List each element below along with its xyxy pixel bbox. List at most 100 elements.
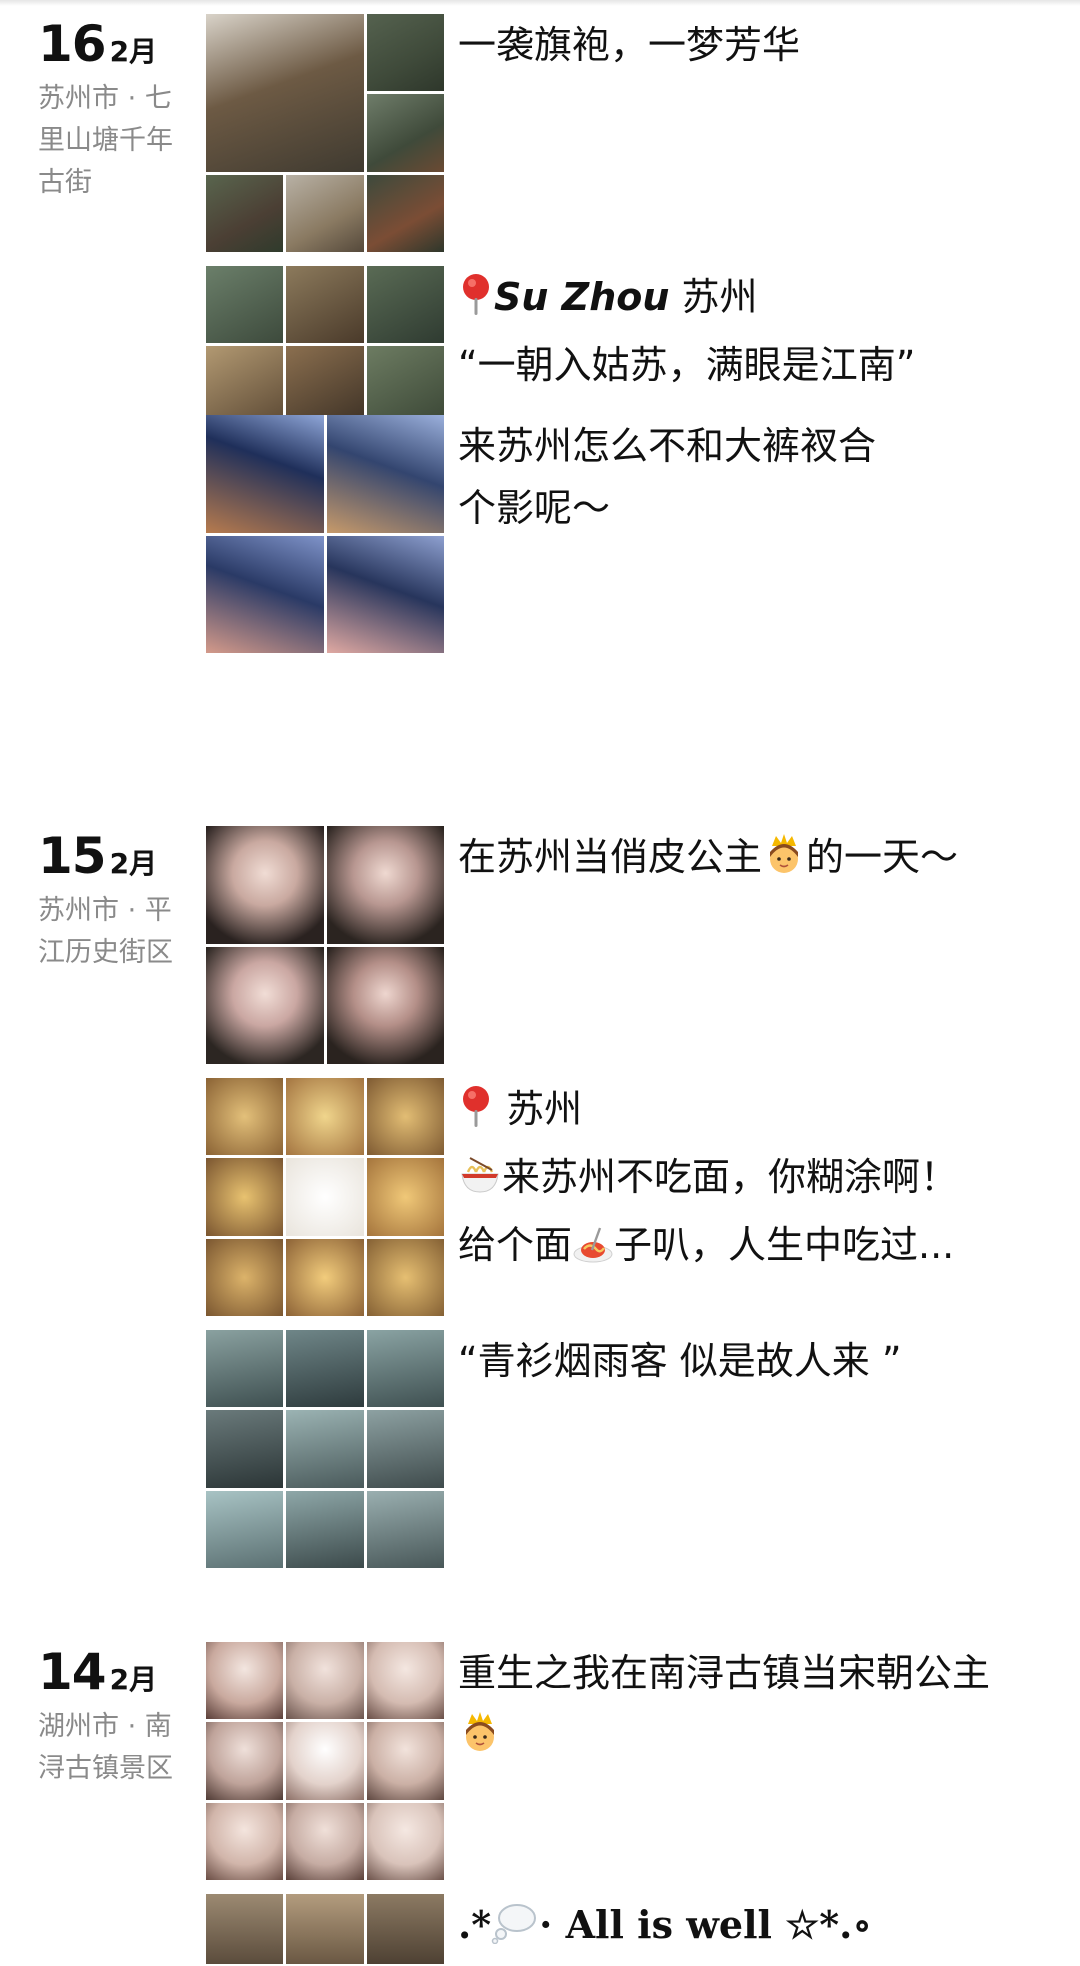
photo-thumbnail bbox=[286, 1078, 364, 1156]
photo-thumbnail bbox=[366, 346, 444, 424]
photo-thumbnail bbox=[326, 415, 444, 533]
photo-thumbnail bbox=[286, 1490, 364, 1568]
photo-thumbnail bbox=[286, 1238, 364, 1316]
photo-thumbnail bbox=[286, 346, 364, 424]
post-thumbnail-grid[interactable] bbox=[206, 1642, 444, 1880]
photo-thumbnail bbox=[206, 1158, 284, 1236]
post-caption: .* · All is well ☆*.∘ bbox=[458, 1894, 1018, 1962]
photo-thumbnail bbox=[206, 1078, 284, 1156]
month-label: 2月 bbox=[109, 847, 158, 880]
photo-thumbnail bbox=[366, 1802, 444, 1880]
caption-line: “一朝入姑苏，满眼是江南” bbox=[458, 343, 916, 387]
photo-thumbnail bbox=[286, 1894, 364, 1964]
photo-thumbnail bbox=[286, 1330, 364, 1408]
caption-line: 在苏州当俏皮公主 的一天～ bbox=[458, 826, 1018, 894]
caption-line: 来苏州不吃面，你糊涂啊！ bbox=[458, 1146, 1018, 1214]
post-thumbnail-grid[interactable] bbox=[206, 1330, 444, 1568]
photo-thumbnail bbox=[286, 1158, 364, 1236]
photo-thumbnail bbox=[286, 1410, 364, 1488]
photo-thumbnail bbox=[366, 1894, 444, 1964]
photo-thumbnail bbox=[366, 1722, 444, 1800]
photo-thumbnail bbox=[286, 1722, 364, 1800]
photo-thumbnail bbox=[366, 14, 444, 92]
post-caption: 苏州 来苏州不吃面，你糊涂啊！ 给个面 子叭，人生中吃过... bbox=[458, 1078, 1018, 1282]
photo-thumbnail bbox=[286, 1642, 364, 1720]
photo-thumbnail bbox=[206, 535, 324, 653]
top-shadow bbox=[0, 0, 1080, 6]
photo-thumbnail bbox=[206, 1802, 284, 1880]
photo-thumbnail bbox=[366, 1410, 444, 1488]
month-label: 2月 bbox=[109, 1663, 158, 1696]
caption-text: 来苏州不吃面，你糊涂啊！ bbox=[502, 1155, 959, 1199]
post-thumbnail-grid[interactable] bbox=[206, 415, 444, 653]
location-label[interactable]: 苏州市 · 七里山塘千年古街 bbox=[38, 78, 198, 204]
post-thumbnail-grid[interactable] bbox=[206, 1078, 444, 1316]
photo-thumbnail bbox=[206, 1330, 284, 1408]
photo-thumbnail bbox=[286, 266, 364, 344]
location-label[interactable]: 湖州市 · 南浔古镇景区 bbox=[38, 1706, 198, 1790]
thought-bubble-icon bbox=[491, 1900, 539, 1962]
photo-thumbnail bbox=[206, 174, 284, 252]
photo-thumbnail bbox=[206, 1238, 284, 1316]
photo-thumbnail bbox=[326, 946, 444, 1064]
photo-thumbnail bbox=[206, 1410, 284, 1488]
post-caption: “青衫烟雨客 似是故人来 ” bbox=[458, 1330, 1018, 1392]
photo-thumbnail bbox=[206, 1642, 284, 1720]
photo-thumbnail bbox=[366, 174, 444, 252]
photo-thumbnail bbox=[206, 14, 364, 172]
photo-thumbnail bbox=[366, 1490, 444, 1568]
day-number: 15 bbox=[38, 827, 107, 885]
caption-line: .* · All is well ☆*.∘ bbox=[458, 1894, 1018, 1962]
photo-thumbnail bbox=[286, 1802, 364, 1880]
photo-thumbnail bbox=[366, 266, 444, 344]
caption-text: 的一天～ bbox=[806, 835, 959, 879]
post-thumbnail-grid[interactable] bbox=[206, 14, 444, 252]
photo-thumbnail bbox=[206, 1490, 284, 1568]
caption-line: “青衫烟雨客 似是故人来 ” bbox=[458, 1339, 902, 1383]
photo-thumbnail bbox=[366, 1330, 444, 1408]
location-pin-icon bbox=[458, 1084, 494, 1146]
photo-thumbnail bbox=[366, 1238, 444, 1316]
date-block: 15 2月 苏州市 · 平江历史街区 bbox=[38, 826, 198, 974]
photo-thumbnail bbox=[366, 1078, 444, 1156]
day-number: 16 bbox=[38, 15, 107, 73]
post-thumbnail-grid[interactable] bbox=[206, 1894, 444, 1964]
post-caption: 来苏州怎么不和大裤衩合个影呢～ bbox=[458, 415, 898, 539]
caption-line: 一袭旗袍，一梦芳华 bbox=[458, 23, 801, 67]
caption-italic-text: Su Zhou bbox=[494, 275, 670, 319]
photo-thumbnail bbox=[286, 174, 364, 252]
photo-thumbnail bbox=[206, 415, 324, 533]
caption-line: 苏州 bbox=[458, 1078, 1018, 1146]
spaghetti-icon bbox=[572, 1220, 614, 1282]
caption-text: 子叭，人生中吃过... bbox=[614, 1223, 955, 1267]
princess-emoji-icon bbox=[458, 1710, 502, 1772]
photo-thumbnail bbox=[206, 946, 324, 1064]
photo-thumbnail bbox=[206, 266, 284, 344]
date-block: 16 2月 苏州市 · 七里山塘千年古街 bbox=[38, 14, 198, 204]
caption-line: 给个面 子叭，人生中吃过... bbox=[458, 1214, 1018, 1282]
day-number: 14 bbox=[38, 1643, 107, 1701]
date-block: 14 2月 湖州市 · 南浔古镇景区 bbox=[38, 1642, 198, 1790]
location-pin-icon bbox=[458, 272, 494, 334]
caption-line: Su Zhou 苏州 bbox=[458, 266, 1018, 334]
post-thumbnail-grid[interactable] bbox=[206, 826, 444, 1064]
post-caption: 一袭旗袍，一梦芳华 bbox=[458, 14, 1018, 76]
caption-line: 来苏州怎么不和大裤衩合个影呢～ bbox=[458, 424, 877, 530]
post-caption: 重生之我在南浔古镇当宋朝公主 bbox=[458, 1642, 1018, 1772]
post-caption: Su Zhou 苏州 “一朝入姑苏，满眼是江南” bbox=[458, 266, 1018, 396]
photo-thumbnail bbox=[366, 94, 444, 172]
location-label[interactable]: 苏州市 · 平江历史街区 bbox=[38, 890, 198, 974]
caption-text: 苏州 bbox=[494, 1087, 583, 1131]
photo-thumbnail bbox=[366, 1158, 444, 1236]
photo-thumbnail bbox=[206, 1894, 284, 1964]
month-label: 2月 bbox=[109, 35, 158, 68]
caption-text: .* bbox=[458, 1902, 492, 1947]
caption-text: 重生之我在南浔古镇当宋朝公主 bbox=[458, 1651, 991, 1695]
photo-thumbnail bbox=[206, 826, 324, 944]
photo-thumbnail bbox=[326, 826, 444, 944]
noodle-bowl-icon bbox=[458, 1152, 502, 1214]
caption-text: 给个面 bbox=[458, 1223, 573, 1267]
caption-text: · All is well ☆*.∘ bbox=[539, 1902, 873, 1947]
photo-thumbnail bbox=[206, 346, 284, 424]
caption-text: 在苏州当俏皮公主 bbox=[458, 835, 763, 879]
